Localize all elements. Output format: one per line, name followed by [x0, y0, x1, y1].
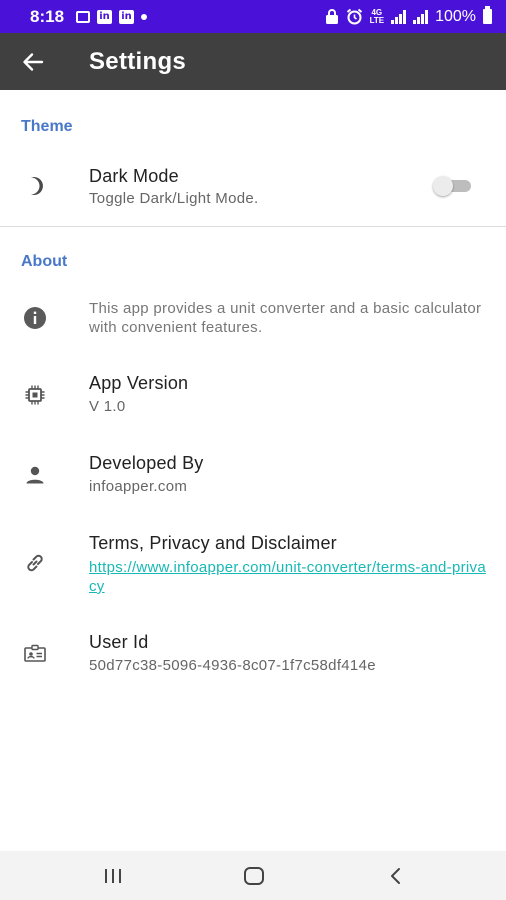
about-description: This app provides a unit converter and a… [89, 300, 482, 336]
about-description-row: This app provides a unit converter and a… [0, 296, 506, 346]
lock-icon [325, 8, 339, 25]
signal-icon [413, 9, 429, 24]
battery-icon [483, 6, 492, 24]
chip-icon [22, 382, 48, 408]
app-version-row: App Version V 1.0 [0, 372, 506, 422]
page-title: Settings [89, 47, 187, 75]
dark-mode-subtitle: Toggle Dark/Light Mode. [89, 190, 259, 207]
id-card-icon [22, 641, 48, 667]
navigation-bar [0, 851, 506, 900]
developer-row: Developed By infoapper.com [0, 452, 506, 502]
dot-icon [141, 13, 148, 20]
developer-title: Developed By [89, 453, 204, 473]
home-icon[interactable] [224, 851, 284, 900]
alarm-icon [346, 8, 363, 25]
user-id-row: User Id 50d77c38-5096-4936-8c07-1f7c58df… [0, 631, 506, 681]
user-id-title: User Id [89, 632, 149, 652]
terms-title: Terms, Privacy and Disclaimer [89, 533, 337, 553]
moon-icon [22, 173, 48, 199]
linkedin-icon: in [119, 9, 135, 24]
terms-row: Terms, Privacy and Disclaimer https://ww… [0, 532, 506, 602]
battery-percentage: 100% [435, 7, 476, 25]
back-icon[interactable] [366, 851, 426, 900]
status-time: 8:18 [30, 6, 65, 26]
section-header-theme: Theme [21, 118, 73, 135]
recent-apps-icon[interactable] [83, 851, 143, 900]
status-bar: 8:18 in in 4G LTE 100% [0, 0, 506, 33]
dark-mode-title: Dark Mode [89, 166, 179, 186]
arrow-back-icon[interactable] [0, 33, 72, 90]
signal-icon [391, 9, 407, 24]
4g-lte-icon: 4G LTE [369, 7, 385, 25]
terms-link[interactable]: https://www.infoapper.com/unit-converter… [89, 558, 489, 596]
person-icon [22, 462, 48, 488]
app-bar: Settings [0, 33, 506, 90]
developer-value: infoapper.com [89, 478, 188, 495]
app-version-value: V 1.0 [89, 398, 126, 415]
section-divider [0, 226, 506, 227]
app-version-title: App Version [89, 373, 189, 393]
section-header-about: About [21, 253, 68, 270]
gallery-icon [76, 10, 91, 23]
dark-mode-row[interactable]: Dark Mode Toggle Dark/Light Mode. [0, 160, 506, 216]
info-icon [22, 305, 48, 331]
linkedin-icon: in [97, 9, 113, 24]
dark-mode-toggle[interactable] [433, 176, 473, 196]
user-id-value: 50d77c38-5096-4936-8c07-1f7c58df414e [89, 657, 376, 674]
link-icon [22, 550, 48, 576]
